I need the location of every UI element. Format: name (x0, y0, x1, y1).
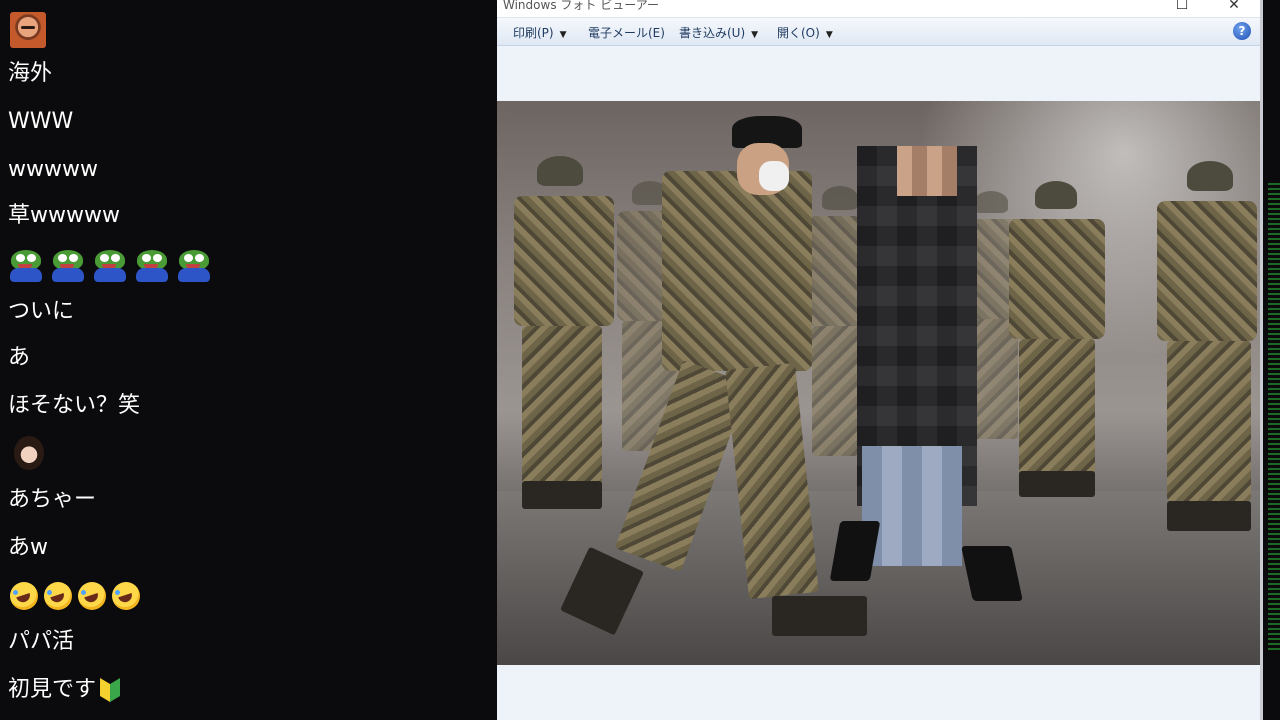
open-menu[interactable]: 開く(O) ▼ (777, 24, 833, 41)
displayed-photo (497, 101, 1261, 665)
beginner-mark-icon (100, 678, 121, 702)
chat-emote-row (10, 582, 146, 610)
chat-message: WWW (8, 109, 74, 134)
background-app-edge (1267, 0, 1280, 720)
pepe-frog-emote-icon (8, 250, 44, 282)
rofl-emoji-icon (78, 582, 106, 610)
title-bar: Windows フォト ビューアー ☐ ✕ (497, 0, 1263, 18)
chat-message: ほそない？笑 (8, 393, 141, 418)
chat-pane: 海外 WWW wwwww 草wwwww ついに あ ほそない？笑 あちゃー あw… (0, 0, 497, 720)
pepe-frog-emote-icon (134, 250, 170, 282)
chevron-down-icon: ▼ (825, 30, 833, 40)
pepe-frog-emote-icon (176, 250, 212, 282)
chat-message: 初見です (8, 677, 97, 702)
user-avatar-icon (10, 12, 46, 48)
burn-menu[interactable]: 書き込み(U) ▼ (679, 24, 758, 41)
pepe-frog-emote-icon (92, 250, 128, 282)
close-button[interactable]: ✕ (1219, 0, 1249, 13)
chat-message: ついに (8, 299, 75, 324)
chat-message: パパ活 (8, 629, 75, 654)
chevron-down-icon: ▼ (751, 30, 759, 40)
user-avatar-icon (14, 436, 44, 470)
chat-message: あw (8, 535, 48, 560)
chat-message: あ (8, 345, 31, 370)
rofl-emoji-icon (112, 582, 140, 610)
chevron-down-icon: ▼ (559, 30, 567, 40)
pixelated-face (897, 146, 957, 196)
chat-message: wwwww (8, 157, 98, 182)
help-icon[interactable]: ? (1233, 22, 1251, 40)
toolbar: 印刷(P) ▼ 電子メール(E) 書き込み(U) ▼ 開く(O) ▼ ? (497, 18, 1263, 46)
rofl-emoji-icon (10, 582, 38, 610)
chat-emote-row (8, 250, 212, 282)
window-title: Windows フォト ビューアー (503, 0, 659, 12)
print-menu[interactable]: 印刷(P) ▼ (513, 24, 567, 41)
maximize-button[interactable]: ☐ (1167, 0, 1197, 13)
chat-message-row: 初見です (8, 676, 121, 704)
scrollbar[interactable] (1260, 0, 1263, 720)
photo-viewer-window: Windows フォト ビューアー ☐ ✕ 印刷(P) ▼ 電子メール(E) 書き… (497, 0, 1263, 720)
rofl-emoji-icon (44, 582, 72, 610)
pixelated-legs (862, 446, 962, 566)
chat-message: 海外 (8, 61, 53, 86)
chat-message: 草wwwww (8, 203, 120, 228)
chat-message: あちゃー (8, 487, 97, 512)
terminal-output-edge (1268, 180, 1280, 650)
pepe-frog-emote-icon (50, 250, 86, 282)
email-menu[interactable]: 電子メール(E) (588, 24, 665, 41)
